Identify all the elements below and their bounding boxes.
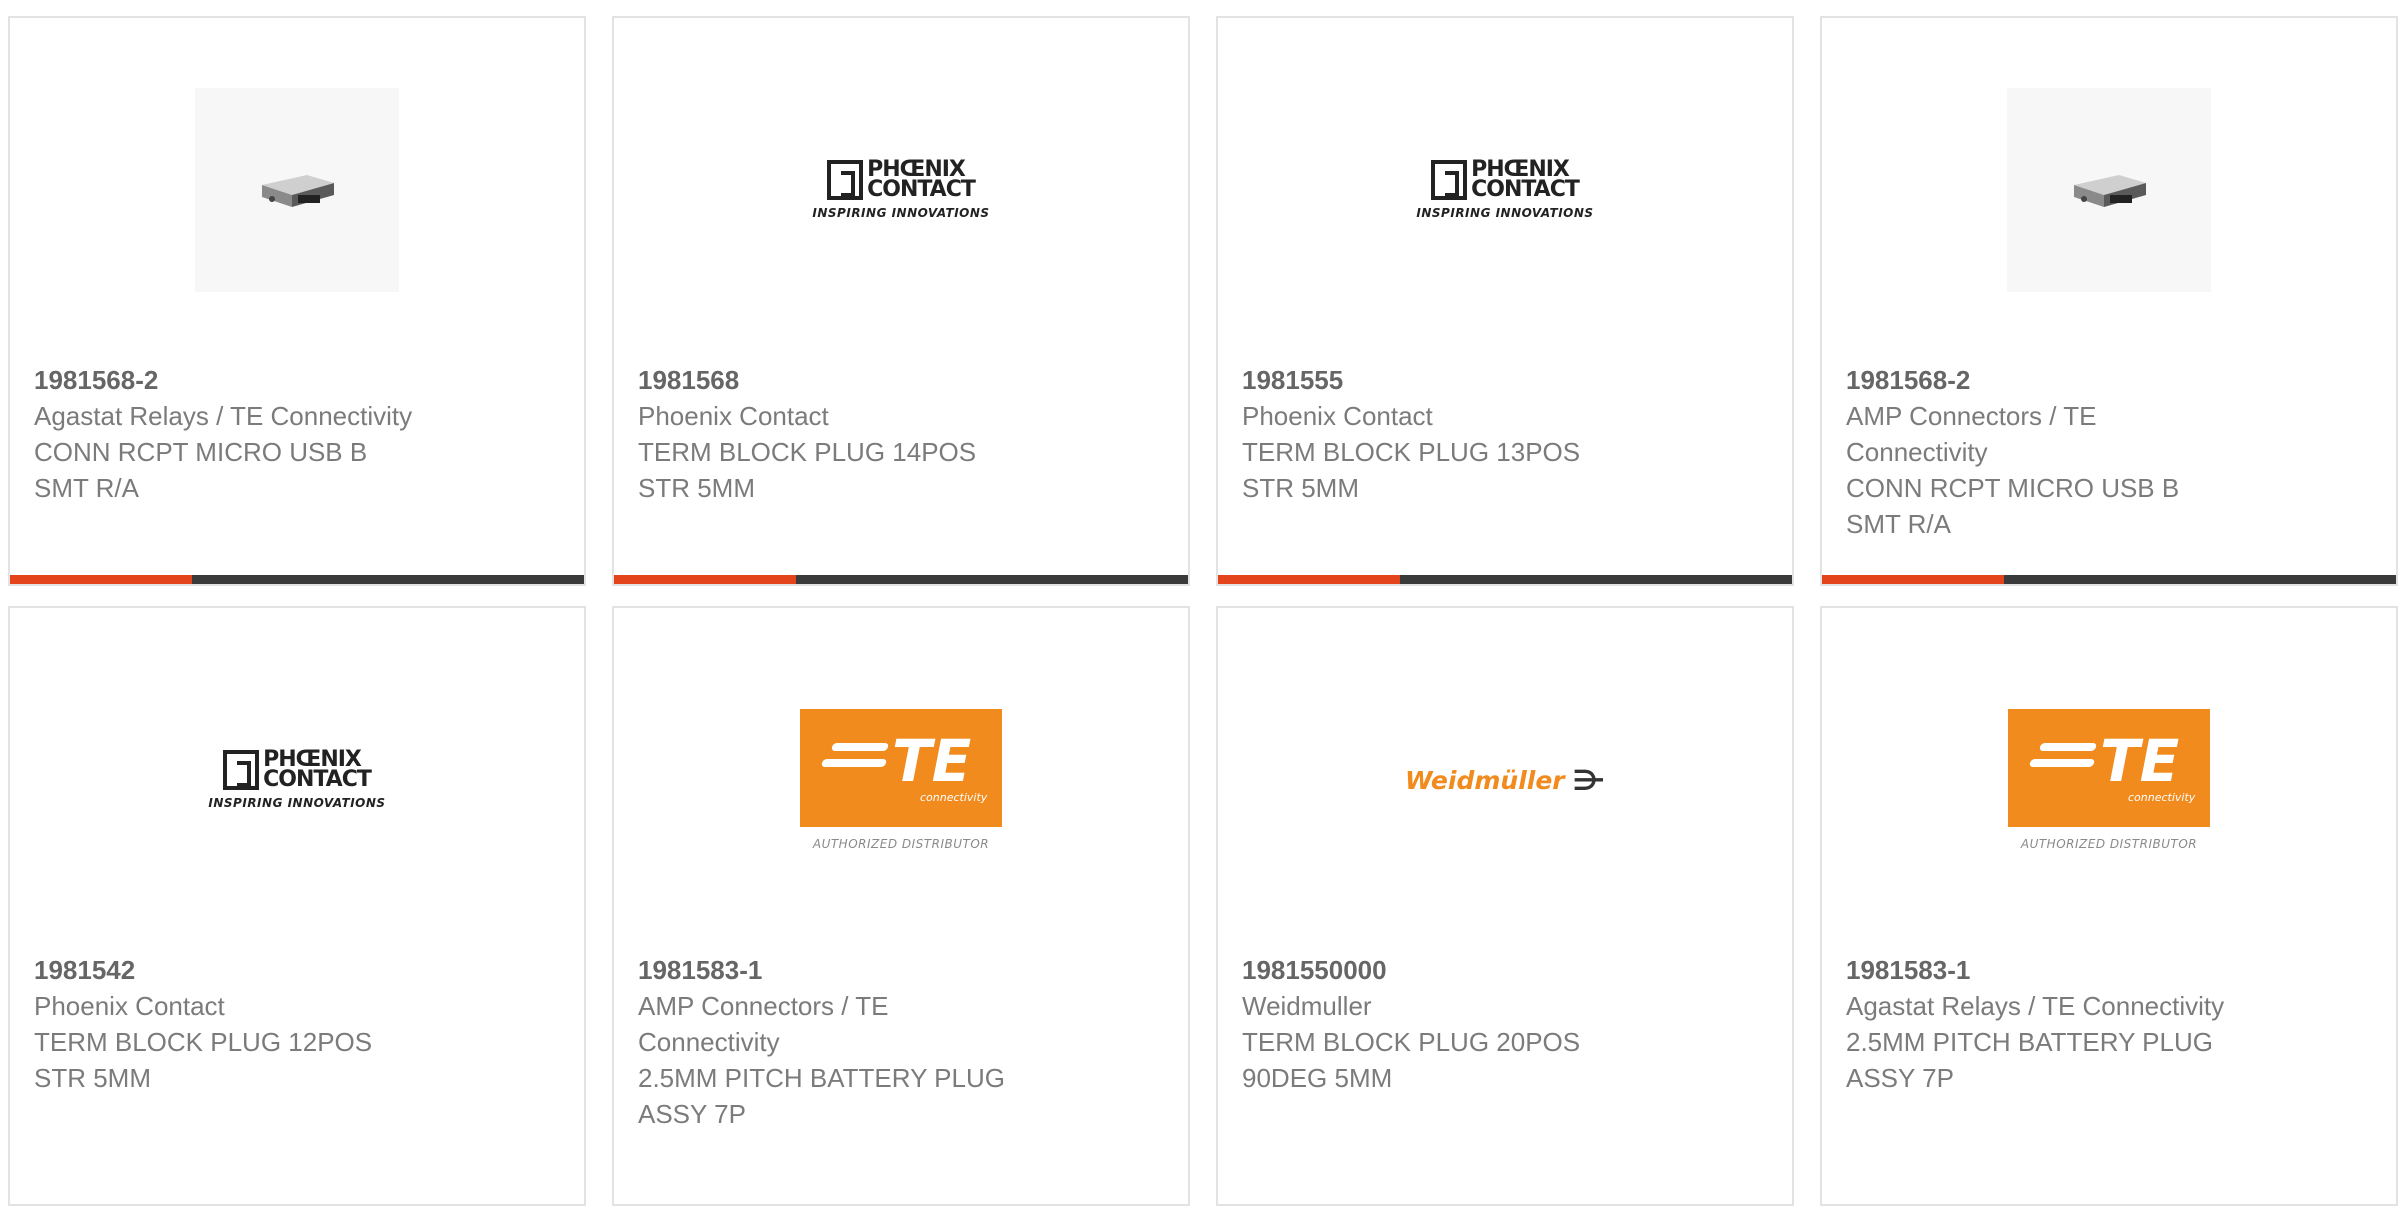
manufacturer: Weidmuller <box>1242 991 1372 1021</box>
logo-text: TE <box>892 727 972 795</box>
part-number: 1981542 <box>34 955 136 985</box>
part-number: 1981568-2 <box>34 365 159 395</box>
weidmuller-mark-icon: ⋺ <box>1572 763 1606 797</box>
te-stripes-icon <box>820 743 890 775</box>
card-bottom-bar <box>614 575 1188 584</box>
description-line: CONN RCPT MICRO USB B <box>1846 473 2180 503</box>
description-line: STR 5MM <box>1242 473 1359 503</box>
phoenix-mark-icon <box>223 750 260 790</box>
part-number: 1981568 <box>638 365 740 395</box>
logo-text: CONTACT <box>1471 177 1580 202</box>
description-line: STR 5MM <box>638 473 755 503</box>
logo-tagline: AUTHORIZED DISTRIBUTOR <box>812 837 990 851</box>
part-number: 1981568-2 <box>1846 365 1971 395</box>
product-image: TE connectivity AUTHORIZED DISTRIBUTOR <box>2007 678 2211 882</box>
description-line: CONN RCPT MICRO USB B <box>34 437 368 467</box>
description-line: TERM BLOCK PLUG 13POS <box>1242 437 1581 467</box>
te-connectivity-logo: TE connectivity AUTHORIZED DISTRIBUTOR <box>2008 709 2210 851</box>
product-image: PHŒNIX CONTACT INSPIRING INNOVATIONS <box>195 678 399 882</box>
product-image: TE connectivity AUTHORIZED DISTRIBUTOR <box>799 678 1003 882</box>
description-line: SMT R/A <box>34 473 139 503</box>
product-image <box>195 88 399 292</box>
usb-connector-photo <box>195 88 399 292</box>
description-line: STR 5MM <box>34 1063 151 1093</box>
manufacturer: Phoenix Contact <box>34 991 225 1021</box>
logo-text: TE <box>2100 727 2180 795</box>
part-number: 1981583-1 <box>1846 955 1971 985</box>
logo-tagline: INSPIRING INNOVATIONS <box>812 206 990 220</box>
usb-connector-photo <box>2007 88 2211 292</box>
phoenix-contact-logo: PHŒNIX CONTACT INSPIRING INNOVATIONS <box>208 749 386 811</box>
product-card[interactable]: 1981568-2 AMP Connectors / TE Connectivi… <box>1820 16 2398 586</box>
part-number: 1981550000 <box>1242 955 1387 985</box>
part-number: 1981583-1 <box>638 955 763 985</box>
card-bottom-bar <box>1218 575 1792 584</box>
manufacturer: Phoenix Contact <box>1242 401 1433 431</box>
logo-text: connectivity <box>920 791 988 804</box>
description-line: ASSY 7P <box>1846 1063 1954 1093</box>
product-card[interactable]: TE connectivity AUTHORIZED DISTRIBUTOR 1… <box>1820 606 2398 1206</box>
logo-tagline: INSPIRING INNOVATIONS <box>1416 206 1594 220</box>
product-card[interactable]: Weidmüller ⋺ 1981550000 Weidmuller TERM … <box>1216 606 1794 1206</box>
description-line: ASSY 7P <box>638 1099 746 1129</box>
phoenix-contact-logo: PHŒNIX CONTACT INSPIRING INNOVATIONS <box>812 159 990 221</box>
product-grid: 1981568-2 Agastat Relays / TE Connectivi… <box>8 16 2398 1206</box>
logo-text: CONTACT <box>867 177 976 202</box>
product-card[interactable]: PHŒNIX CONTACT INSPIRING INNOVATIONS 198… <box>1216 16 1794 586</box>
product-card[interactable]: TE connectivity AUTHORIZED DISTRIBUTOR 1… <box>612 606 1190 1206</box>
card-bottom-bar <box>1822 575 2396 584</box>
product-card[interactable]: 1981568-2 Agastat Relays / TE Connectivi… <box>8 16 586 586</box>
te-connectivity-logo: TE connectivity AUTHORIZED DISTRIBUTOR <box>800 709 1002 851</box>
card-bottom-bar <box>10 575 584 584</box>
description-line: TERM BLOCK PLUG 12POS <box>34 1027 373 1057</box>
product-image: PHŒNIX CONTACT INSPIRING INNOVATIONS <box>1403 88 1607 292</box>
phoenix-mark-icon <box>827 160 864 200</box>
manufacturer: AMP Connectors / TE Connectivity <box>1846 401 2097 467</box>
phoenix-contact-logo: PHŒNIX CONTACT INSPIRING INNOVATIONS <box>1416 159 1594 221</box>
usb-connector-icon <box>2074 175 2146 207</box>
product-image <box>2007 88 2211 292</box>
te-stripes-icon <box>2028 743 2098 775</box>
product-card[interactable]: PHŒNIX CONTACT INSPIRING INNOVATIONS 198… <box>612 16 1190 586</box>
logo-text: Weidmüller <box>1404 765 1565 795</box>
product-card[interactable]: PHŒNIX CONTACT INSPIRING INNOVATIONS 198… <box>8 606 586 1206</box>
logo-text: connectivity <box>2128 791 2196 804</box>
usb-connector-icon <box>262 175 334 207</box>
weidmuller-logo: Weidmüller ⋺ <box>1405 764 1605 797</box>
product-image: PHŒNIX CONTACT INSPIRING INNOVATIONS <box>799 88 1003 292</box>
manufacturer: Agastat Relays / TE Connectivity <box>34 401 413 431</box>
description-line: 90DEG 5MM <box>1242 1063 1393 1093</box>
description-line: 2.5MM PITCH BATTERY PLUG <box>638 1063 1005 1093</box>
phoenix-mark-icon <box>1431 160 1468 200</box>
manufacturer: Agastat Relays / TE Connectivity <box>1846 991 2225 1021</box>
product-image: Weidmüller ⋺ <box>1403 678 1607 882</box>
logo-tagline: INSPIRING INNOVATIONS <box>208 796 386 810</box>
manufacturer: Phoenix Contact <box>638 401 829 431</box>
manufacturer: AMP Connectors / TE Connectivity <box>638 991 889 1057</box>
description-line: TERM BLOCK PLUG 14POS <box>638 437 977 467</box>
part-number: 1981555 <box>1242 365 1344 395</box>
description-line: TERM BLOCK PLUG 20POS <box>1242 1027 1581 1057</box>
description-line: SMT R/A <box>1846 509 1951 539</box>
logo-tagline: AUTHORIZED DISTRIBUTOR <box>2020 837 2198 851</box>
description-line: 2.5MM PITCH BATTERY PLUG <box>1846 1027 2213 1057</box>
logo-text: CONTACT <box>263 767 372 792</box>
